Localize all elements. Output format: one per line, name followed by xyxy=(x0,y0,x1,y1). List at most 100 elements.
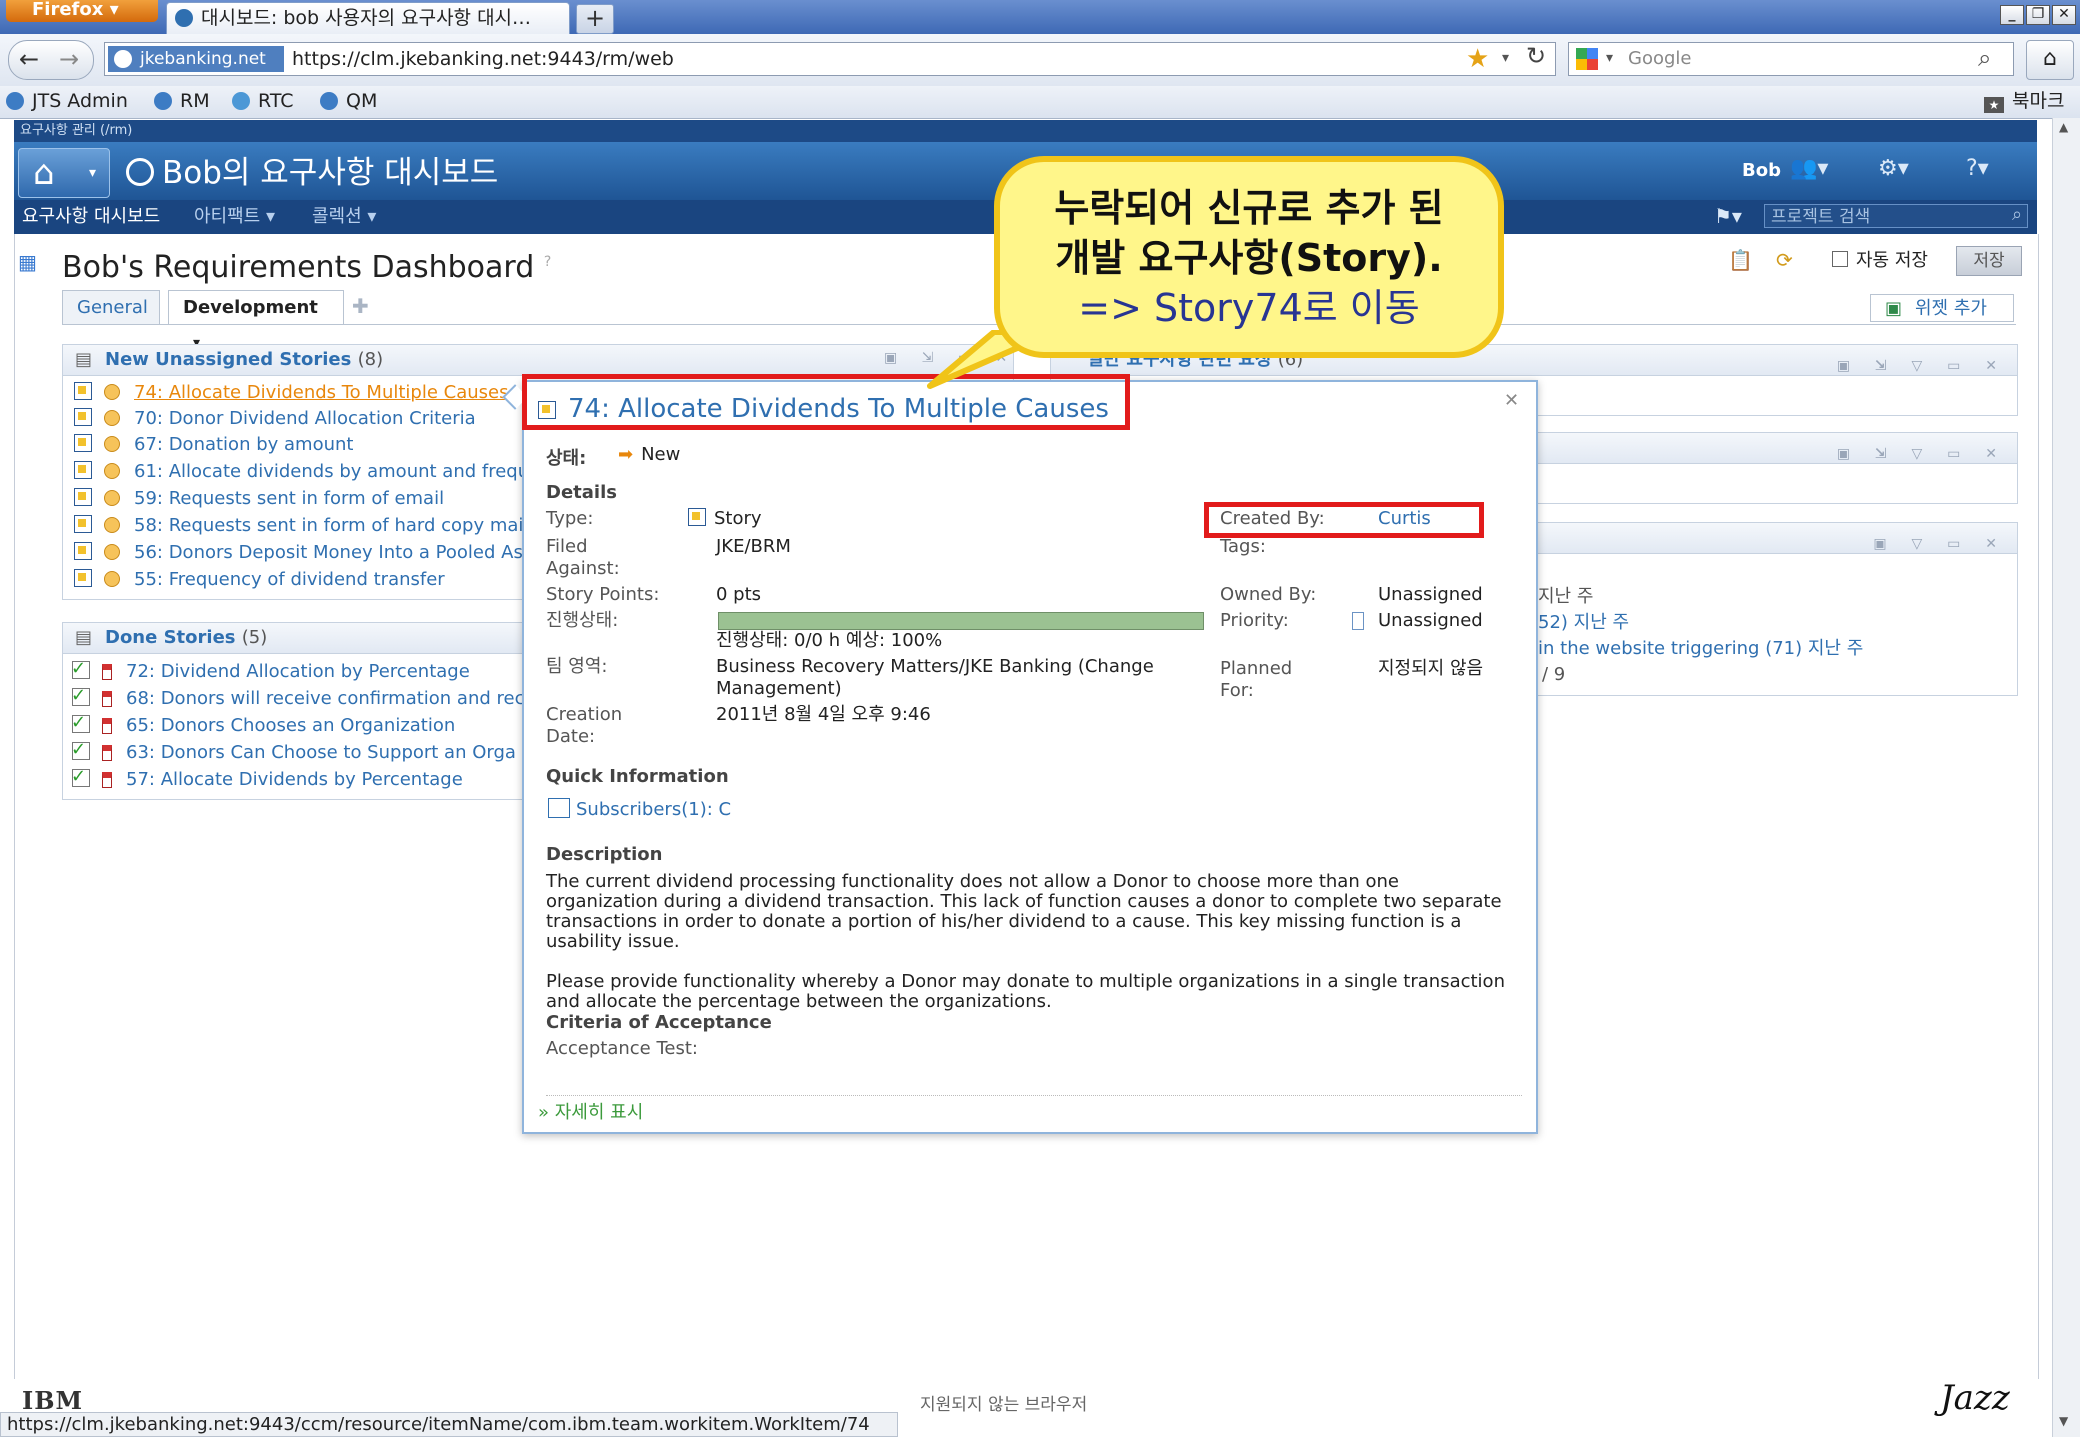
user-menu[interactable]: Bob xyxy=(1742,160,1781,181)
tab-title: 대시보드: bob 사용자의 요구사항 대시… xyxy=(201,7,532,29)
status-done-icon xyxy=(102,664,112,680)
widget-title[interactable]: New Unassigned Stories xyxy=(105,349,351,370)
bookmark-qm[interactable]: QM xyxy=(320,88,377,114)
activity-link[interactable]: 52) 지난 주 xyxy=(1538,610,1629,636)
add-widget-button[interactable]: ▣ 위젯 추가 xyxy=(1870,294,2014,322)
back-arrow-icon[interactable]: ← xyxy=(19,45,39,73)
priority-icon xyxy=(1352,612,1364,630)
admin-tools-icon[interactable]: ⚙▾ xyxy=(1878,156,1909,181)
scroll-up-icon[interactable]: ▲ xyxy=(2059,120,2068,134)
list-item[interactable]: 72: Dividend Allocation by Percentage xyxy=(71,656,470,685)
list-item[interactable]: 74: Allocate Dividends To Multiple Cause… xyxy=(74,380,508,406)
tab-development[interactable]: Development ▾ xyxy=(168,290,344,351)
story-icon xyxy=(688,508,706,526)
activity-link[interactable]: in the website triggering (71) 지난 주 xyxy=(1538,636,1863,662)
story-icon xyxy=(74,408,92,426)
list-item[interactable]: 61: Allocate dividends by amount and fre… xyxy=(74,459,540,485)
users-icon[interactable]: 👥▾ xyxy=(1790,156,1828,181)
qm-icon xyxy=(320,92,338,110)
story-link[interactable]: 74: Allocate Dividends To Multiple Cause… xyxy=(134,382,508,403)
firefox-menu-button[interactable]: Firefox ▾ xyxy=(6,0,158,22)
list-item[interactable]: 70: Donor Dividend Allocation Criteria xyxy=(74,406,476,432)
scroll-down-icon[interactable]: ▼ xyxy=(2059,1414,2068,1428)
home-button[interactable]: ⌂ xyxy=(2026,40,2074,80)
refresh-icon[interactable]: ⟳ xyxy=(1776,248,1793,272)
save-button[interactable]: 저장 xyxy=(1956,246,2022,276)
bookmark-rtc[interactable]: RTC xyxy=(232,88,294,114)
nav-requirements-dashboard[interactable]: 요구사항 대시보드 xyxy=(22,204,160,230)
bookmarks-star-icon: ★ xyxy=(1984,97,2004,113)
list-item[interactable]: 57: Allocate Dividends by Percentage xyxy=(71,764,463,793)
nav-collections[interactable]: 콜렉션 ▾ xyxy=(312,204,376,230)
tab-general[interactable]: General xyxy=(62,290,160,324)
list-item[interactable]: 59: Requests sent in form of email xyxy=(74,486,444,512)
widget-controls[interactable]: ▣ ⇲ ▽ ▭ ✕ xyxy=(1837,439,2007,469)
list-item[interactable]: 58: Requests sent in form of hard copy m… xyxy=(74,513,528,539)
google-icon[interactable] xyxy=(1576,48,1598,70)
autosave-checkbox[interactable] xyxy=(1832,251,1848,267)
user-name: Bob xyxy=(1742,160,1781,181)
highlight-box-created-by xyxy=(1204,502,1484,538)
story-link[interactable]: 55: Frequency of dividend transfer xyxy=(134,569,445,590)
bookmarks-menu[interactable]: ★ 북마크 xyxy=(1984,88,2064,114)
url-dropdown-icon[interactable]: ▾ xyxy=(1502,50,1509,66)
back-forward-buttons[interactable]: ← → xyxy=(8,40,94,80)
nav-artifacts[interactable]: 아티팩트 ▾ xyxy=(194,204,275,230)
jazz-logo: Jazz xyxy=(1940,1378,2010,1418)
add-tab-icon[interactable]: ✚ xyxy=(352,294,369,318)
popup-close-icon[interactable]: ✕ xyxy=(1504,390,1519,411)
project-icon[interactable]: ⚑▾ xyxy=(1714,204,1742,228)
project-search-input[interactable]: 프로젝트 검색 xyxy=(1764,204,2028,228)
list-item[interactable]: 67: Donation by amount xyxy=(74,432,353,458)
story-link[interactable]: 68: Donors will receive confirmation and… xyxy=(126,688,525,709)
close-icon[interactable]: ✕ xyxy=(2052,5,2076,25)
site-identity-badge[interactable]: jkebanking.net xyxy=(108,46,284,72)
help-icon[interactable]: ?▾ xyxy=(1966,156,1989,181)
url-text[interactable]: https://clm.jkebanking.net:9443/rm/web xyxy=(292,44,674,74)
bookmark-jts-admin[interactable]: JTS Admin xyxy=(6,88,128,114)
list-item[interactable]: 65: Donors Chooses an Organization xyxy=(71,710,455,739)
widget-title[interactable]: Done Stories xyxy=(105,627,236,648)
story-link[interactable]: 65: Donors Chooses an Organization xyxy=(126,715,455,736)
show-more-link[interactable]: » 자세히 표시 xyxy=(538,1102,643,1124)
story-link[interactable]: 63: Donors Can Choose to Support an Orga xyxy=(126,742,516,763)
bookmark-rm[interactable]: RM xyxy=(154,88,210,114)
list-item[interactable]: 63: Donors Can Choose to Support an Orga xyxy=(71,737,516,766)
new-tab-button[interactable]: + xyxy=(576,4,614,34)
search-icon[interactable]: ⌕ xyxy=(2012,204,2022,225)
help-superscript-icon[interactable]: ? xyxy=(544,254,551,270)
story-link[interactable]: 58: Requests sent in form of hard copy m… xyxy=(134,515,528,536)
forward-arrow-icon[interactable]: → xyxy=(59,45,79,73)
list-item[interactable]: 68: Donors will receive confirmation and… xyxy=(71,683,525,712)
story-link[interactable]: 57: Allocate Dividends by Percentage xyxy=(126,769,463,790)
bookmark-star-icon[interactable]: ★ xyxy=(1466,44,1489,74)
list-item[interactable]: 55: Frequency of dividend transfer xyxy=(74,567,445,593)
app-home-button[interactable]: ⌂ ▾ xyxy=(18,148,110,198)
minimize-icon[interactable]: _ xyxy=(2000,5,2024,25)
story-done-icon xyxy=(71,656,90,682)
story-link[interactable]: 59: Requests sent in form of email xyxy=(134,488,444,509)
dashboard-grid-icon: ▦ xyxy=(18,250,37,274)
subscribers-link[interactable]: Subscribers(1): C xyxy=(548,798,731,821)
subscribers-text[interactable]: Subscribers(1): C xyxy=(576,799,731,820)
autosave-toggle[interactable]: 자동 저장 xyxy=(1832,248,1928,274)
browser-tab[interactable]: 대시보드: bob 사용자의 요구사항 대시… xyxy=(166,2,570,34)
search-magnifier-icon[interactable]: ⌕ xyxy=(1978,44,1991,72)
state-arrow-icon: ➡ xyxy=(618,444,634,465)
add-widget-label: 위젯 추가 xyxy=(1915,298,1987,319)
reload-icon[interactable]: ↻ xyxy=(1526,42,1546,70)
search-placeholder: Google xyxy=(1628,48,1692,69)
widget-controls[interactable]: ▣ ▽ ▭ ✕ xyxy=(1873,529,2007,559)
story-link[interactable]: 70: Donor Dividend Allocation Criteria xyxy=(134,408,476,429)
clipboard-icon[interactable]: 📋 xyxy=(1728,248,1753,272)
search-engine-dropdown-icon[interactable]: ▾ xyxy=(1606,50,1613,66)
story-link[interactable]: 56: Donors Deposit Money Into a Pooled A… xyxy=(134,542,532,563)
bookmark-label: JTS Admin xyxy=(32,90,128,112)
list-item[interactable]: 56: Donors Deposit Money Into a Pooled A… xyxy=(74,540,532,566)
story-link[interactable]: 72: Dividend Allocation by Percentage xyxy=(126,661,470,682)
restore-icon[interactable]: ❐ xyxy=(2026,5,2050,25)
story-link[interactable]: 67: Donation by amount xyxy=(134,434,353,455)
story-link[interactable]: 61: Allocate dividends by amount and fre… xyxy=(134,461,540,482)
vertical-scrollbar[interactable]: ▲ ▼ xyxy=(2052,118,2080,1437)
show-more-label[interactable]: 자세히 표시 xyxy=(555,1102,644,1123)
